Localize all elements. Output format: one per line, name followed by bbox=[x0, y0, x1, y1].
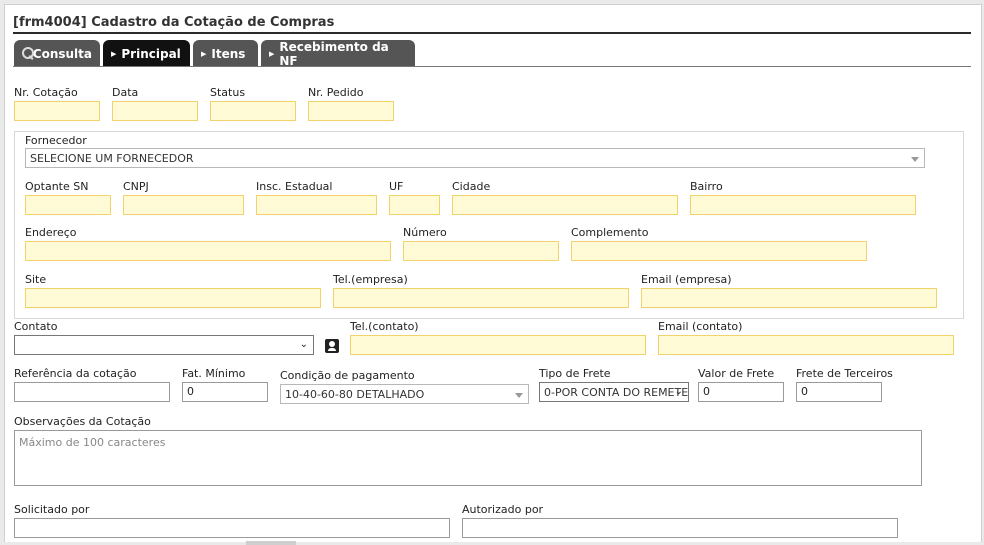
fat-minimo-input[interactable]: 0 bbox=[182, 382, 268, 402]
insc-estadual-input[interactable] bbox=[256, 195, 377, 215]
insc-estadual-label: Insc. Estadual bbox=[256, 180, 333, 193]
solicitado-por-label: Solicitado por bbox=[14, 503, 90, 516]
tel-empresa-input[interactable] bbox=[333, 288, 629, 308]
site-label: Site bbox=[25, 273, 47, 286]
caret-down-icon bbox=[515, 393, 523, 398]
condicao-pagamento-selected: 10-40-60-80 DETALHADO bbox=[285, 388, 425, 401]
fornecedor-selected: SELECIONE UM FORNECEDOR bbox=[30, 152, 194, 165]
tab-recebimento-label: Recebimento da NF bbox=[279, 39, 389, 68]
contact-card-icon[interactable] bbox=[325, 339, 339, 353]
referencia-input[interactable] bbox=[14, 382, 170, 402]
condicao-pagamento-label: Condição de pagamento bbox=[280, 369, 415, 382]
status-label: Status bbox=[210, 86, 246, 99]
site-input[interactable] bbox=[25, 288, 321, 308]
cidade-input[interactable] bbox=[452, 195, 678, 215]
fornecedor-label: Fornecedor bbox=[25, 134, 87, 147]
caret-right-icon: ▶ bbox=[111, 49, 117, 58]
autorizado-por-label: Autorizado por bbox=[462, 503, 544, 516]
nr-pedido-input[interactable] bbox=[308, 101, 394, 121]
caret-right-icon: ▶ bbox=[269, 49, 275, 58]
autorizado-por-input[interactable] bbox=[462, 518, 898, 538]
tel-contato-label: Tel.(contato) bbox=[350, 320, 419, 333]
optante-sn-input[interactable] bbox=[25, 195, 111, 215]
status-input[interactable] bbox=[210, 101, 296, 121]
data-label: Data bbox=[112, 86, 139, 99]
valor-frete-input[interactable]: 0 bbox=[698, 382, 784, 402]
cidade-label: Cidade bbox=[452, 180, 491, 193]
bairro-input[interactable] bbox=[690, 195, 916, 215]
nr-cotacao-label: Nr. Cotação bbox=[14, 86, 78, 99]
endereco-label: Endereço bbox=[25, 226, 77, 239]
caret-down-icon bbox=[911, 157, 919, 162]
form-title: [frm4004] Cadastro da Cotação de Compras bbox=[13, 15, 335, 30]
email-contato-label: Email (contato) bbox=[658, 320, 743, 333]
cnpj-input[interactable] bbox=[123, 195, 244, 215]
title-divider bbox=[13, 32, 971, 34]
optante-sn-label: Optante SN bbox=[25, 180, 89, 193]
tel-contato-input[interactable] bbox=[350, 335, 646, 355]
email-empresa-input[interactable] bbox=[641, 288, 937, 308]
tab-principal[interactable]: ▶ Principal bbox=[103, 40, 190, 67]
referencia-label: Referência da cotação bbox=[14, 367, 137, 380]
nr-cotacao-input[interactable] bbox=[14, 101, 100, 121]
tab-consulta-label: Consulta bbox=[32, 46, 92, 61]
contato-select[interactable]: ⌄ bbox=[14, 335, 314, 355]
solicitado-por-input[interactable] bbox=[14, 518, 450, 538]
tel-empresa-label: Tel.(empresa) bbox=[333, 273, 408, 286]
chevron-down-icon: ⌄ bbox=[674, 386, 683, 397]
frete-terceiros-label: Frete de Terceiros bbox=[796, 367, 893, 380]
numero-label: Número bbox=[403, 226, 447, 239]
tab-principal-label: Principal bbox=[121, 46, 181, 61]
form-panel: [frm4004] Cadastro da Cotação de Compras… bbox=[4, 4, 982, 545]
observacoes-label: Observações da Cotação bbox=[14, 415, 151, 428]
tipo-frete-select[interactable]: 0-POR CONTA DO REMETENTE ⌄ bbox=[539, 382, 689, 402]
data-input[interactable] bbox=[112, 101, 198, 121]
complemento-label: Complemento bbox=[571, 226, 649, 239]
condicao-pagamento-select[interactable]: 10-40-60-80 DETALHADO bbox=[280, 384, 529, 404]
tipo-frete-label: Tipo de Frete bbox=[539, 367, 611, 380]
email-contato-input[interactable] bbox=[658, 335, 954, 355]
bairro-label: Bairro bbox=[690, 180, 723, 193]
fornecedor-select[interactable]: SELECIONE UM FORNECEDOR bbox=[25, 148, 925, 168]
tabs-divider bbox=[13, 66, 971, 67]
valor-frete-label: Valor de Frete bbox=[698, 367, 775, 380]
contato-label: Contato bbox=[14, 320, 58, 333]
fat-minimo-label: Fat. Mínimo bbox=[182, 367, 246, 380]
tab-consulta[interactable]: Consulta bbox=[14, 40, 100, 67]
caret-right-icon: ▶ bbox=[201, 49, 207, 58]
email-empresa-label: Email (empresa) bbox=[641, 273, 732, 286]
tipo-frete-selected: 0-POR CONTA DO REMETENTE bbox=[544, 386, 689, 399]
complemento-input[interactable] bbox=[571, 241, 867, 261]
numero-input[interactable] bbox=[403, 241, 559, 261]
search-icon bbox=[22, 47, 34, 60]
frete-terceiros-input[interactable]: 0 bbox=[796, 382, 882, 402]
uf-input[interactable] bbox=[389, 195, 440, 215]
tab-itens[interactable]: ▶ Itens bbox=[193, 40, 258, 67]
tab-recebimento-nf[interactable]: ▶ Recebimento da NF bbox=[261, 39, 415, 68]
endereco-input[interactable] bbox=[25, 241, 391, 261]
uf-label: UF bbox=[389, 180, 404, 193]
chevron-down-icon: ⌄ bbox=[299, 339, 308, 350]
cnpj-label: CNPJ bbox=[123, 180, 149, 193]
nr-pedido-label: Nr. Pedido bbox=[308, 86, 364, 99]
observacoes-textarea[interactable]: Máximo de 100 caracteres bbox=[14, 430, 922, 486]
tab-itens-label: Itens bbox=[211, 46, 246, 61]
